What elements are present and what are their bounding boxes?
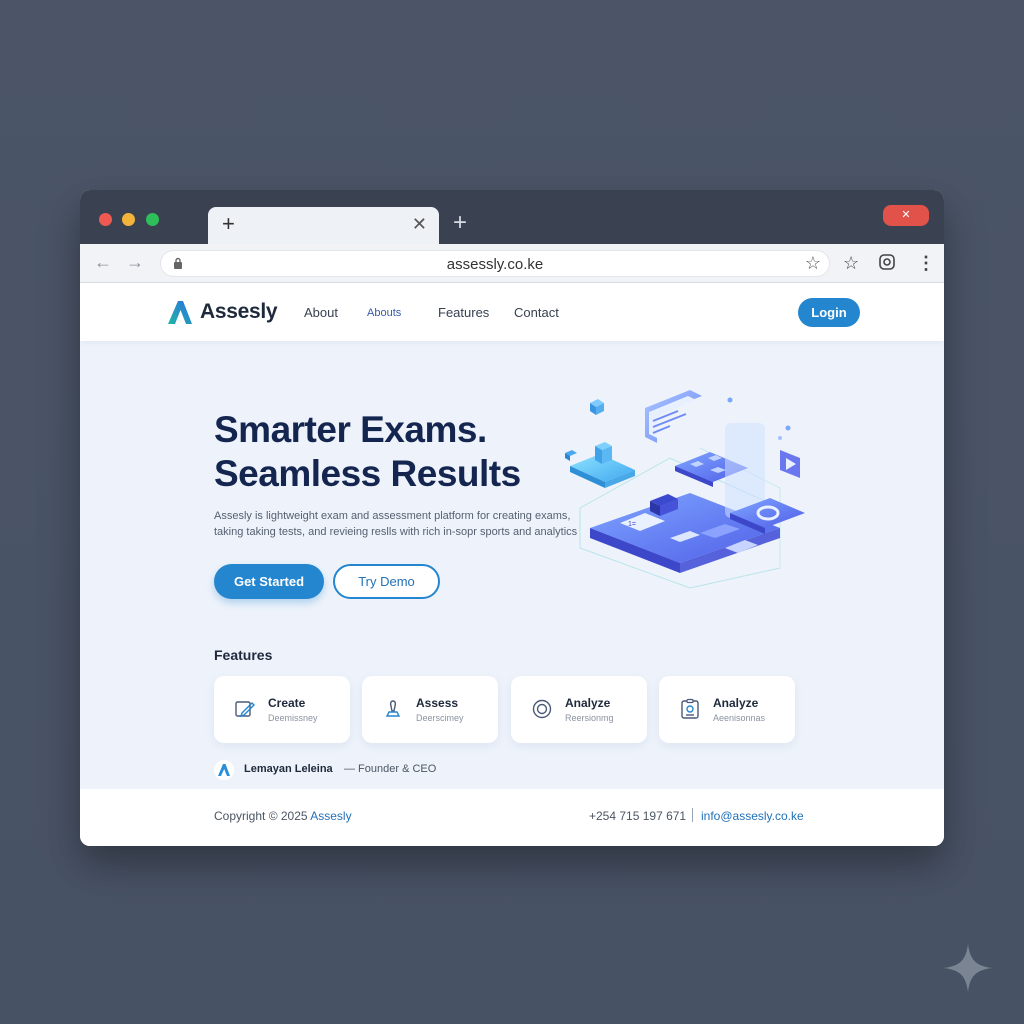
feature-card-create[interactable]: Create Deemissney <box>214 676 350 743</box>
star-icon[interactable]: ☆ <box>843 252 859 274</box>
pin-icon <box>385 700 401 717</box>
maximize-window-dot[interactable] <box>146 213 159 226</box>
feature-card-title: Create <box>268 696 306 710</box>
report-icon <box>681 698 699 719</box>
nav-abouts[interactable]: Abouts <box>367 307 401 319</box>
bookmark-star-icon[interactable]: ☆ <box>805 253 821 274</box>
nav-features[interactable]: Features <box>438 305 489 320</box>
browser-tab[interactable]: + ✕ <box>208 207 439 244</box>
get-started-button[interactable]: Get Started <box>214 564 324 599</box>
tab-close-icon[interactable]: ✕ <box>412 213 427 235</box>
feature-card-title: Assess <box>416 696 459 710</box>
close-window-dot[interactable] <box>99 213 112 226</box>
menu-dots-icon[interactable]: ⋮ <box>917 252 935 274</box>
browser-titlebar: + ✕ + ✕ <box>80 190 944 244</box>
hero-title-line2: Seamless Results <box>214 453 521 494</box>
try-demo-button[interactable]: Try Demo <box>333 564 440 599</box>
tab-plus-icon: + <box>222 211 235 236</box>
window-close-button[interactable]: ✕ <box>883 205 929 226</box>
hero-title-line1: Smarter Exams. <box>214 409 487 450</box>
feature-card-subtitle: Deerscimey <box>416 713 464 723</box>
founder-role: — Founder & CEO <box>344 763 437 775</box>
new-tab-icon[interactable]: + <box>453 210 467 236</box>
hero-title: Smarter Exams. Seamless Results <box>214 408 521 496</box>
forward-arrow-icon[interactable]: → <box>126 250 144 274</box>
extension-icon[interactable] <box>879 254 895 270</box>
feature-card-title: Analyze <box>713 696 759 710</box>
target-icon <box>532 699 552 719</box>
feature-card-subtitle: Aeenisonnas <box>713 713 766 723</box>
minimize-window-dot[interactable] <box>122 213 135 226</box>
brand-name: Assesly <box>200 300 278 323</box>
site-navbar: Assesly About Abouts Features Contact Lo… <box>80 283 944 341</box>
founder-name: Lemayan Leleina <box>244 763 333 775</box>
login-button[interactable]: Login <box>798 298 860 327</box>
logo-icon <box>168 301 192 324</box>
copyright-brand[interactable]: Assesly <box>310 809 351 823</box>
sparkle-icon <box>944 944 992 992</box>
footer-divider <box>692 808 693 822</box>
site-footer: Copyright © 2025 Assesly +254 715 197 67… <box>80 789 944 846</box>
footer-phone[interactable]: +254 715 197 671 <box>589 809 686 823</box>
hero-illustration: 1= <box>565 390 805 589</box>
url-text: assessly.co.ke <box>446 256 544 273</box>
feature-card-analyze-reports[interactable]: Analyze Aeenisonnas <box>659 676 795 743</box>
feature-card-subtitle: Deemissney <box>268 713 318 723</box>
features-heading: Features <box>214 647 273 663</box>
feature-card-subtitle: Reersionmg <box>565 713 614 723</box>
footer-email[interactable]: info@assesly.co.ke <box>701 809 804 823</box>
back-arrow-icon[interactable]: ← <box>94 250 112 274</box>
founder-logo-icon <box>214 760 234 780</box>
address-bar[interactable]: assessly.co.ke ☆ <box>160 250 830 277</box>
copyright-prefix: Copyright © 2025 <box>214 809 308 823</box>
nav-contact[interactable]: Contact <box>514 305 559 320</box>
edit-icon <box>235 701 255 718</box>
browser-toolbar: ← → assessly.co.ke ☆ ☆ ⋮ <box>80 244 944 283</box>
copyright-text: Copyright © 2025 Assesly <box>214 809 352 823</box>
browser-window: + ✕ + ✕ ← → assessly.co.ke ☆ ☆ ⋮ Assesly… <box>80 190 944 846</box>
svg-text:1=: 1= <box>628 521 636 528</box>
feature-card-title: Analyze <box>565 696 611 710</box>
feature-card-analyze[interactable]: Analyze Reersionmg <box>511 676 647 743</box>
hero-description: Assesly is lightweight exam and assessme… <box>214 510 578 538</box>
feature-card-assess[interactable]: Assess Deerscimey <box>362 676 498 743</box>
nav-about[interactable]: About <box>304 305 338 320</box>
